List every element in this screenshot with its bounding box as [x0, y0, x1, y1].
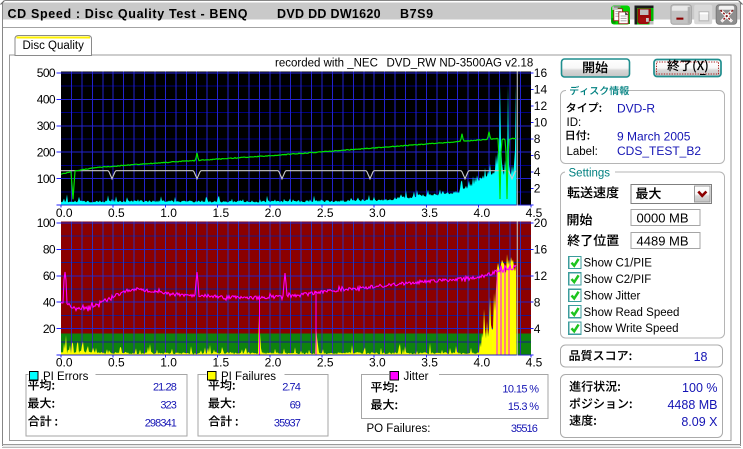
- svg-text:1.5: 1.5: [212, 206, 229, 220]
- svg-text:Jitter: Jitter: [404, 371, 429, 383]
- svg-text:3.5: 3.5: [421, 356, 438, 370]
- svg-text:4: 4: [534, 165, 541, 179]
- svg-text:DVD DD DW1620: DVD DD DW1620: [277, 7, 381, 21]
- svg-text:DVD-R: DVD-R: [617, 101, 655, 115]
- svg-text:10.15 %: 10.15 %: [502, 384, 539, 396]
- svg-text:4489 MB: 4489 MB: [637, 233, 689, 248]
- svg-text:2.74: 2.74: [282, 382, 301, 394]
- svg-text:10: 10: [534, 116, 548, 130]
- svg-text:400: 400: [37, 93, 56, 107]
- svg-text:500: 500: [37, 66, 56, 80]
- svg-text:8: 8: [534, 132, 541, 146]
- svg-text:Show Read Speed: Show Read Speed: [584, 307, 680, 319]
- svg-text:14: 14: [534, 83, 548, 97]
- svg-text:298341: 298341: [145, 418, 177, 430]
- svg-text:2.5: 2.5: [317, 206, 334, 220]
- svg-text:12: 12: [534, 269, 548, 283]
- svg-text:40: 40: [43, 295, 56, 309]
- svg-text:DVD_RW ND-3500AG v2.18: DVD_RW ND-3500AG v2.18: [387, 58, 534, 70]
- svg-text:20: 20: [43, 322, 56, 336]
- svg-text:PO Failures:: PO Failures:: [367, 423, 431, 435]
- svg-text:Show Jitter: Show Jitter: [584, 290, 641, 302]
- svg-text:0.5: 0.5: [108, 356, 125, 370]
- svg-text:Show C2/PIF: Show C2/PIF: [584, 274, 652, 286]
- svg-text:recorded with _NEC: recorded with _NEC: [275, 58, 378, 70]
- svg-text:16: 16: [534, 66, 548, 80]
- svg-text:PI Errors: PI Errors: [43, 371, 89, 383]
- svg-text:18: 18: [694, 350, 708, 364]
- svg-text:100: 100: [37, 216, 56, 230]
- svg-text:0000 MB: 0000 MB: [637, 210, 689, 225]
- svg-text:12: 12: [534, 99, 548, 113]
- svg-text:1.0: 1.0: [160, 206, 177, 220]
- svg-text:15.3 %: 15.3 %: [508, 401, 539, 413]
- svg-text:0.0: 0.0: [56, 356, 73, 370]
- svg-text:CD Speed : Disc Quality Test -: CD Speed : Disc Quality Test - BENQ: [8, 7, 249, 21]
- svg-text:20: 20: [534, 216, 548, 230]
- svg-text:80: 80: [43, 243, 56, 257]
- svg-text:16: 16: [534, 243, 548, 257]
- svg-text:8.09 X: 8.09 X: [681, 415, 718, 429]
- svg-text:ID:: ID:: [567, 117, 582, 129]
- svg-text:69: 69: [290, 400, 301, 412]
- svg-text:CDS_TEST_B2: CDS_TEST_B2: [617, 144, 701, 158]
- svg-text:200: 200: [37, 145, 56, 159]
- svg-text:3.0: 3.0: [369, 356, 386, 370]
- svg-text:6: 6: [534, 149, 541, 163]
- svg-text:2.0: 2.0: [265, 206, 282, 220]
- svg-text:35516: 35516: [511, 423, 538, 435]
- svg-text:4.0: 4.0: [473, 206, 490, 220]
- svg-text:4488 MB: 4488 MB: [667, 398, 717, 412]
- svg-text:8: 8: [534, 295, 541, 309]
- svg-text:Label:: Label:: [567, 146, 598, 158]
- svg-text:9 March 2005: 9 March 2005: [617, 129, 691, 143]
- svg-text:PI Failures: PI Failures: [221, 371, 276, 383]
- svg-text:Show Write Speed: Show Write Speed: [584, 323, 679, 335]
- svg-text:21.28: 21.28: [153, 382, 177, 394]
- svg-text:2.0: 2.0: [265, 356, 282, 370]
- svg-text:B7S9: B7S9: [400, 7, 434, 21]
- svg-text:60: 60: [43, 269, 56, 283]
- svg-text:Settings: Settings: [569, 168, 611, 180]
- svg-text:100 %: 100 %: [682, 381, 717, 395]
- svg-text:2.5: 2.5: [317, 356, 334, 370]
- svg-text:2: 2: [534, 182, 541, 196]
- svg-text:100: 100: [37, 172, 56, 186]
- svg-text:3.0: 3.0: [369, 206, 386, 220]
- svg-text:4.0: 4.0: [473, 356, 490, 370]
- svg-text:323: 323: [160, 400, 176, 412]
- svg-text:35937: 35937: [274, 418, 301, 430]
- svg-text:4: 4: [534, 322, 541, 336]
- svg-text:Show C1/PIE: Show C1/PIE: [584, 258, 653, 270]
- svg-text:1.0: 1.0: [160, 356, 177, 370]
- svg-text:0.5: 0.5: [108, 206, 125, 220]
- svg-text:300: 300: [37, 119, 56, 133]
- svg-text:Disc Quality: Disc Quality: [23, 40, 85, 52]
- svg-text:1.5: 1.5: [212, 356, 229, 370]
- svg-text:0.0: 0.0: [56, 206, 73, 220]
- svg-text:4.5: 4.5: [526, 356, 543, 370]
- svg-text:3.5: 3.5: [421, 206, 438, 220]
